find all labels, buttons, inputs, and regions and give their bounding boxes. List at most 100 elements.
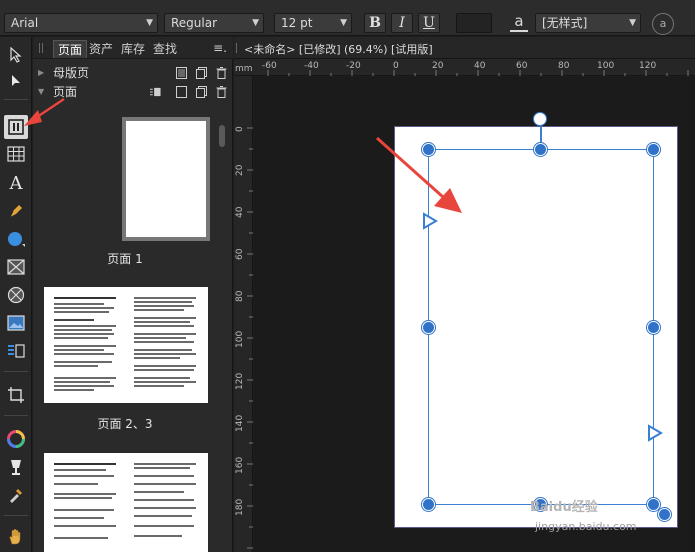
master-pages-section[interactable]: ▶ 母版页 [33, 64, 233, 82]
resize-handle-top-right[interactable] [647, 143, 660, 156]
context-toolbar: Arial ▼ Regular ▼ 12 pt ▼ B I U a [无样式] … [0, 0, 695, 36]
tools-panel: A [0, 37, 32, 552]
ruler-label: -20 [346, 61, 361, 71]
ruler-label: 40 [235, 206, 245, 218]
text-color-well[interactable] [456, 13, 492, 33]
insert-page-icon[interactable] [176, 86, 187, 98]
horizontal-ruler[interactable]: -60 -40 -20 0 20 40 60 80 100 120 [234, 59, 695, 76]
ruler-label: 100 [235, 330, 245, 348]
shape-icon[interactable] [4, 227, 28, 251]
spread-2-3-label: 页面 2、3 [97, 417, 153, 431]
color-wheel-icon[interactable] [4, 427, 28, 451]
tab-find[interactable]: 查找 [149, 40, 181, 58]
ruler-label: 140 [235, 414, 245, 432]
text-flow-out-icon[interactable] [647, 424, 663, 442]
tab-assets[interactable]: 资产 [85, 40, 117, 58]
artistic-text-icon[interactable]: A [4, 171, 28, 195]
trash-icon[interactable] [216, 67, 227, 79]
pages-section-label: 页面 [53, 85, 78, 99]
ruler-label: 100 [597, 61, 615, 71]
resize-handle-right[interactable] [647, 321, 660, 334]
pages-section[interactable]: ▶ 页面 [33, 83, 233, 101]
eyedropper-icon[interactable] [4, 483, 28, 507]
image-icon[interactable] [4, 311, 28, 335]
ruler-label: 120 [235, 372, 245, 390]
glyph-browser-icon[interactable]: a [652, 13, 674, 35]
character-panel-icon[interactable]: a [510, 12, 528, 32]
page-1-thumbnail[interactable] [122, 117, 210, 241]
collapse-triangle-icon[interactable]: ▶ [32, 89, 50, 95]
ruler-label: 20 [235, 164, 245, 176]
tool-divider [4, 415, 28, 416]
vertical-ruler[interactable]: 0 20 40 60 80 100 120 140 160 180 [234, 76, 253, 552]
resize-handle-bottom-left[interactable] [422, 498, 435, 511]
panel-grip-icon[interactable] [39, 43, 43, 53]
resize-handle-bottom-right[interactable] [647, 498, 660, 511]
rotation-handle[interactable] [533, 112, 547, 126]
ruler-label: 60 [516, 61, 528, 71]
pen-icon[interactable] [4, 199, 28, 223]
page-list-icon[interactable] [150, 86, 161, 98]
move-icon[interactable] [4, 43, 28, 67]
tab-pages[interactable]: 页面 [53, 40, 88, 58]
text-flow-in-icon[interactable] [422, 212, 438, 230]
trash-icon[interactable] [216, 86, 227, 98]
table-icon[interactable] [4, 142, 28, 166]
panel-menu-icon[interactable]: ≡. [213, 41, 227, 55]
master-pages-label: 母版页 [53, 66, 90, 80]
resize-handle-left[interactable] [422, 321, 435, 334]
text-link-handle[interactable] [658, 508, 671, 521]
chevron-down-icon: ▼ [340, 18, 347, 28]
fill-icon[interactable] [4, 455, 28, 479]
ruler-label: 40 [474, 61, 486, 71]
font-size-dropdown[interactable]: 12 pt ▼ [274, 13, 352, 33]
page-1-label: 页面 1 [107, 252, 143, 266]
duplicate-page-icon[interactable] [196, 86, 207, 98]
ruler-ticks [247, 127, 253, 549]
text-style-value: [无样式] [542, 16, 588, 30]
font-family-dropdown[interactable]: Arial ▼ [4, 13, 158, 33]
picture-frame-icon[interactable] [4, 255, 28, 279]
tool-divider [4, 515, 28, 516]
panel-tabs: 页面 资产 库存 查找 ≡. [33, 37, 233, 59]
chevron-down-icon: ▼ [146, 18, 153, 28]
document-tab[interactable]: <未命名> [已修改] (69.4%) [试用版] [234, 37, 695, 59]
text-frame[interactable] [428, 149, 654, 505]
ruler-label: 120 [639, 61, 657, 71]
bold-button[interactable]: B [364, 13, 386, 33]
ruler-label: 0 [393, 61, 399, 71]
hand-icon[interactable] [4, 525, 28, 549]
italic-button[interactable]: I [391, 13, 413, 33]
tool-divider [4, 371, 28, 372]
ruler-label: 80 [558, 61, 570, 71]
duplicate-page-icon[interactable] [196, 67, 207, 79]
expand-triangle-icon[interactable]: ▶ [38, 64, 44, 82]
crop-icon[interactable] [4, 383, 28, 407]
tool-divider [4, 99, 28, 100]
tab-grip-icon [236, 43, 239, 53]
font-style-dropdown[interactable]: Regular ▼ [164, 13, 264, 33]
font-family-value: Arial [11, 16, 39, 30]
resize-handle-top[interactable] [534, 143, 547, 156]
spread-2-3-thumbnail[interactable] [44, 287, 208, 403]
chevron-down-icon: ▼ [252, 18, 259, 28]
panel-scrollbar[interactable] [219, 125, 225, 147]
pages-panel: 页面 资产 库存 查找 ≡. ▶ 母版页 ▶ 页面 页面 1 页面 2、3 [33, 37, 233, 552]
ruler-label: -60 [262, 61, 277, 71]
underline-button[interactable]: U [418, 13, 440, 33]
resize-handle-top-left[interactable] [422, 143, 435, 156]
ellipse-frame-icon[interactable] [4, 283, 28, 307]
font-size-value: 12 pt [281, 16, 313, 30]
text-style-dropdown[interactable]: [无样式] ▼ [535, 13, 641, 33]
ruler-label: 80 [235, 290, 245, 302]
text-frame-icon[interactable] [4, 115, 28, 139]
insert-page-icon[interactable] [176, 67, 187, 79]
ruler-label: 0 [235, 126, 245, 132]
ruler-unit: mm [235, 64, 253, 74]
placeholder-icon[interactable] [4, 339, 28, 363]
tab-stock[interactable]: 库存 [117, 40, 149, 58]
spread-4-5-thumbnail[interactable] [44, 453, 208, 552]
ruler-label: 60 [235, 248, 245, 260]
node-icon[interactable] [4, 69, 28, 93]
document-title: <未命名> [已修改] (69.4%) [试用版] [244, 43, 433, 56]
